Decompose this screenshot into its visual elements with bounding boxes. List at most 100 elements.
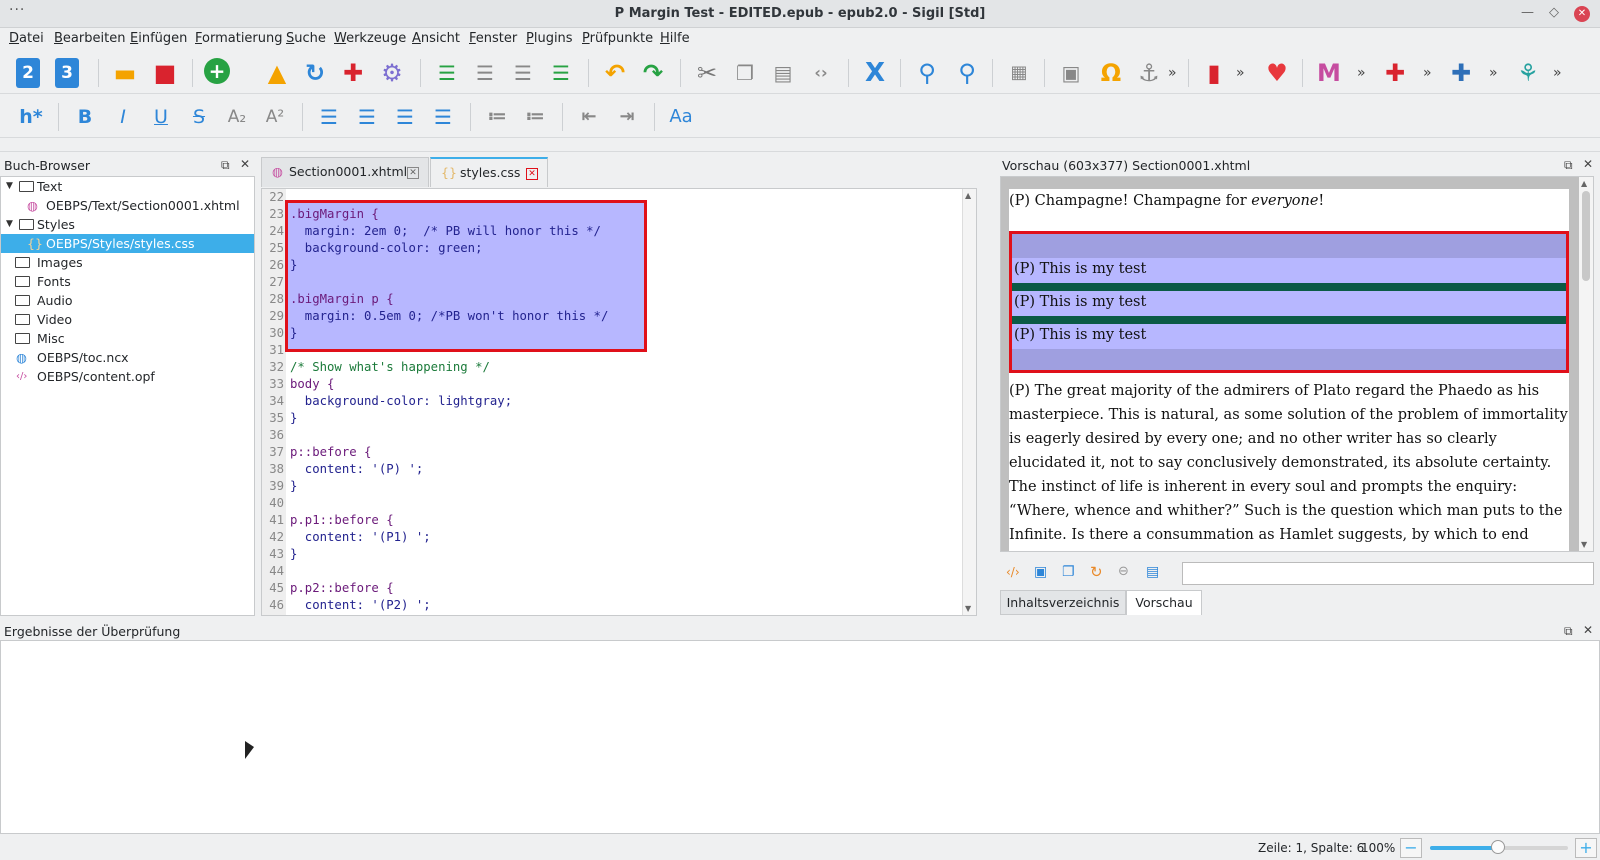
subscript-icon[interactable]: A₂ [222, 102, 252, 132]
link-icon[interactable]: ⊖ [1118, 564, 1129, 579]
more-icon[interactable]: » [1423, 58, 1432, 88]
epub2-icon[interactable]: 2 [16, 58, 40, 88]
close-tab-icon[interactable]: ✕ [407, 167, 419, 179]
zoom-slider[interactable] [1430, 840, 1568, 854]
bold-icon[interactable]: B [70, 102, 100, 132]
minimize-icon[interactable]: — [1521, 5, 1534, 20]
tree-folder-styles[interactable]: ▼ Styles [1, 215, 254, 234]
heart-icon[interactable]: ♥ [1262, 58, 1292, 88]
add-existing-icon[interactable]: ✚ [338, 58, 368, 88]
close-panel-icon[interactable]: ✕ [240, 157, 250, 171]
align-right-icon[interactable]: ☰ [390, 102, 420, 132]
menu-datei[interactable]: Datei [9, 31, 44, 46]
meta-editor-icon[interactable]: X [860, 58, 890, 88]
preview-search-input[interactable] [1182, 562, 1594, 585]
tab-vorschau[interactable]: Vorschau [1126, 590, 1202, 615]
expand-arrow-icon[interactable]: ▼ [6, 177, 13, 196]
close-tab-icon[interactable]: ✕ [526, 168, 538, 180]
zoom-in-button[interactable]: + [1575, 838, 1597, 858]
paste-icon[interactable]: ▤ [768, 58, 798, 88]
scroll-down-icon[interactable]: ▼ [965, 604, 971, 613]
anchor-icon[interactable]: ⚓ [1134, 58, 1164, 88]
special-character-icon[interactable]: Ω [1096, 58, 1126, 88]
inspect-icon[interactable]: ‹/› [1006, 565, 1020, 579]
bullet-list-icon[interactable]: ≔ [482, 102, 512, 132]
scroll-up-icon[interactable]: ▲ [1581, 179, 1587, 188]
tree-file-opf[interactable]: ‹/› OEBPS/content.opf [1, 367, 254, 386]
numbered-list-icon[interactable]: ≔ [520, 102, 550, 132]
tab-inhaltsverzeichnis[interactable]: Inhaltsverzeichnis [1000, 590, 1126, 615]
zoom-out-button[interactable]: − [1400, 838, 1422, 858]
redo-icon[interactable]: ↷ [638, 58, 668, 88]
insert-before-icon[interactable]: ☰ [432, 58, 462, 88]
indent-icon[interactable]: ⇥ [612, 102, 642, 132]
copy-preview-icon[interactable]: ❐ [1062, 564, 1075, 580]
menu-einfuegen[interactable]: Einfügen [130, 31, 187, 46]
open-folder-icon[interactable]: ▬ [110, 58, 140, 88]
outdent-icon[interactable]: ⇤ [574, 102, 604, 132]
align-justify-icon[interactable]: ☰ [428, 102, 458, 132]
underline-icon[interactable]: U [146, 102, 176, 132]
table-icon[interactable]: ▦ [1004, 58, 1034, 88]
tree-file-styles-css[interactable]: {} OEBPS/Styles/styles.css [1, 234, 254, 253]
strikethrough-icon[interactable]: S [184, 102, 214, 132]
menu-plugins[interactable]: Plugins [526, 31, 573, 46]
plugin-teal-icon[interactable]: ⚘ [1513, 58, 1543, 88]
bookmark-icon[interactable]: ▮ [1199, 58, 1229, 88]
more-icon[interactable]: » [1357, 58, 1366, 88]
close-panel-icon[interactable]: ✕ [1583, 623, 1593, 637]
float-panel-icon[interactable]: ⧉ [221, 158, 230, 173]
tab-section0001[interactable]: ◍ Section0001.xhtml ✕ [261, 157, 429, 187]
tree-folder-images[interactable]: Images [1, 253, 254, 272]
remove-section-icon[interactable]: ☰ [508, 58, 538, 88]
refresh-icon[interactable]: ↻ [300, 58, 330, 88]
preview-pane[interactable]: (P) Champagne! Champagne for everyone! (… [1000, 176, 1594, 552]
tree-folder-text[interactable]: ▼ Text [1, 177, 254, 196]
scroll-thumb[interactable] [1582, 191, 1590, 281]
tree-folder-audio[interactable]: Audio [1, 291, 254, 310]
restore-icon[interactable]: ◇ [1549, 5, 1559, 20]
insert-after-icon[interactable]: ☰ [470, 58, 500, 88]
find-replace-icon[interactable]: ⚲ [952, 58, 982, 88]
select-all-icon[interactable]: ▣ [1034, 564, 1047, 580]
editor-scrollbar[interactable]: ▲ ▼ [962, 189, 976, 615]
insert-image-icon[interactable]: ▣ [1056, 58, 1086, 88]
undo-icon[interactable]: ↶ [600, 58, 630, 88]
add-file-icon[interactable]: + [204, 58, 230, 84]
tree-folder-fonts[interactable]: Fonts [1, 272, 254, 291]
more-icon[interactable]: » [1489, 58, 1498, 88]
move-up-icon[interactable]: ▲ [262, 58, 292, 88]
tree-folder-misc[interactable]: Misc [1, 329, 254, 348]
epub3-icon[interactable]: 3 [55, 58, 79, 88]
print-icon[interactable]: ▤ [1146, 564, 1159, 580]
save-icon[interactable]: ■ [150, 58, 180, 88]
zoom-slider-handle[interactable] [1490, 840, 1505, 854]
menu-pruefpunkte[interactable]: Prüfpunkte [582, 31, 653, 46]
reload-preview-icon[interactable]: ↻ [1090, 563, 1103, 581]
superscript-icon[interactable]: A² [260, 102, 290, 132]
tree-file-toc[interactable]: ◍ OEBPS/toc.ncx [1, 348, 254, 367]
heading-icon[interactable]: h* [16, 102, 46, 132]
align-left-icon[interactable]: ☰ [314, 102, 344, 132]
italic-icon[interactable]: I [108, 102, 138, 132]
more-icon[interactable]: » [1236, 58, 1245, 88]
close-panel-icon[interactable]: ✕ [1583, 157, 1593, 171]
cut-icon[interactable]: ✂ [692, 58, 722, 88]
menu-suche[interactable]: Suche [286, 31, 326, 46]
more-icon[interactable]: » [1553, 58, 1562, 88]
menu-ansicht[interactable]: Ansicht [412, 31, 460, 46]
tree-folder-video[interactable]: Video [1, 310, 254, 329]
tab-styles-css[interactable]: {} styles.css ✕ [430, 157, 548, 187]
find-icon[interactable]: ⚲ [912, 58, 942, 88]
expand-arrow-icon[interactable]: ▼ [6, 215, 13, 234]
scroll-up-icon[interactable]: ▲ [965, 191, 971, 200]
menu-werkzeuge[interactable]: Werkzeuge [334, 31, 406, 46]
close-window-icon[interactable]: ✕ [1574, 6, 1590, 22]
menu-bearbeiten[interactable]: Bearbeiten [54, 31, 125, 46]
more-icon[interactable]: » [1168, 58, 1177, 88]
menu-fenster[interactable]: Fenster [469, 31, 517, 46]
plugin-blue-icon[interactable]: ✚ [1446, 58, 1476, 88]
menu-hilfe[interactable]: Hilfe [660, 31, 690, 46]
align-center-icon[interactable]: ☰ [352, 102, 382, 132]
text-case-icon[interactable]: Aa [666, 102, 696, 132]
